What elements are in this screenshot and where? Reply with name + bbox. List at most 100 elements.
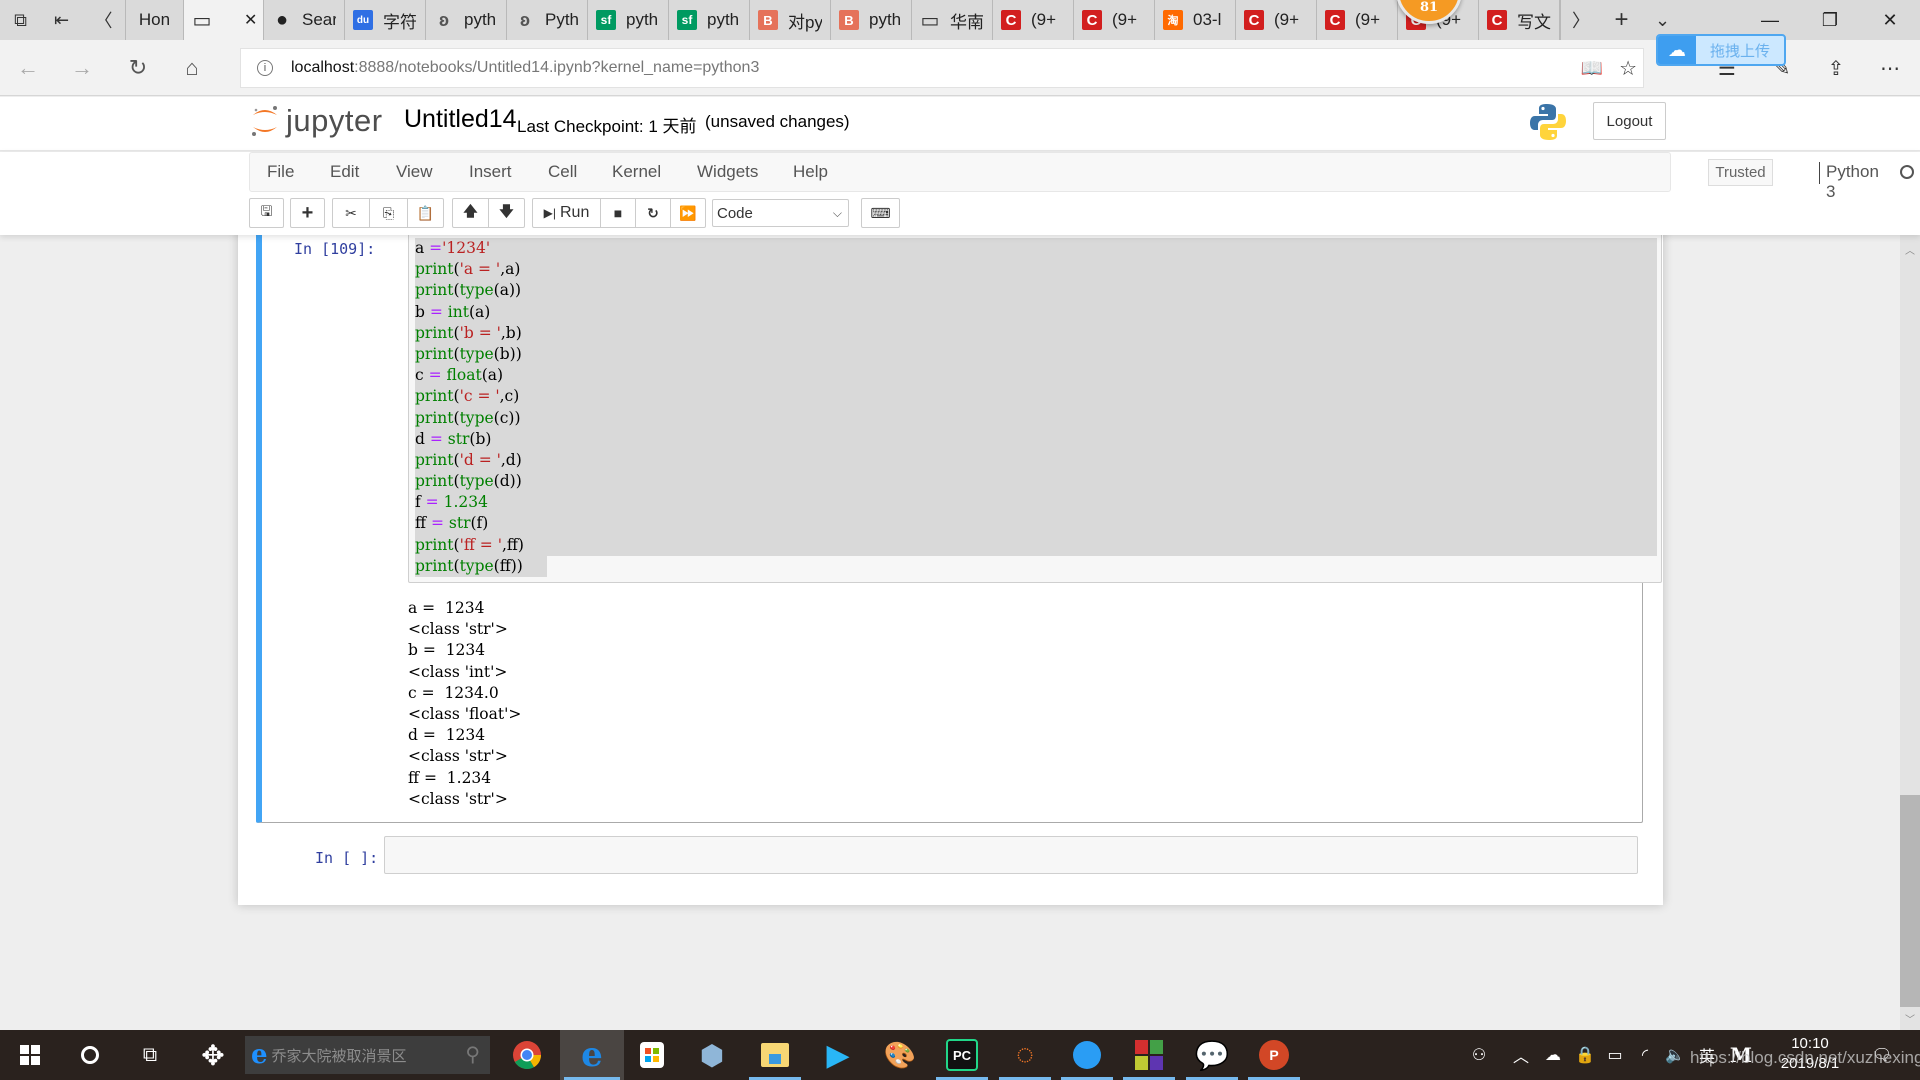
home-button[interactable]: ⌂ [172,50,212,86]
taskbar-app-video-player[interactable]: ▶ [808,1030,868,1080]
share-button[interactable]: ⇪ [1814,50,1858,86]
browser-tab[interactable]: 淘 03-l [1155,0,1236,40]
restore-button[interactable]: ❐ [1800,0,1860,40]
close-tab-icon[interactable]: ✕ [244,10,257,30]
back-button[interactable]: ← [8,50,48,86]
store-icon [640,1042,664,1068]
scroll-up-arrow-icon[interactable]: ︿ [1900,239,1920,259]
vpn-lock-button[interactable]: 🔒 [1570,1030,1600,1080]
jupyter-logo[interactable]: jupyter [250,103,383,139]
forward-button[interactable]: → [62,50,102,86]
interrupt-button[interactable]: ■ [600,198,636,228]
restart-kernel-button[interactable]: ↻ [635,198,671,228]
cell-type-value: Code [717,204,753,222]
menu-help[interactable]: Help [793,162,828,182]
taskbar-app-blocks[interactable] [1119,1030,1179,1080]
browser-tab[interactable]: C 写文 [1479,0,1560,40]
battery-button[interactable]: ▭ [1600,1030,1630,1080]
cortana-button[interactable] [60,1030,120,1080]
browser-tab[interactable]: ● Sear [264,0,345,40]
favorite-star-icon[interactable]: ☆ [1619,56,1637,81]
taskbar-app-pycharm[interactable]: PC [932,1030,992,1080]
menu-widgets[interactable]: Widgets [697,162,758,182]
set-tabs-aside-button[interactable]: ⇤ [41,0,82,40]
taskbar-app-virtualbox[interactable]: ⬢ [682,1030,742,1080]
taskbar-app-jupyter[interactable]: ◌ [995,1030,1055,1080]
move-up-button[interactable]: 🡅 [452,198,489,228]
tab-scroll-right-button[interactable]: 〉 [1560,0,1601,40]
save-button[interactable]: 🖫 [249,198,284,228]
vertical-scrollbar[interactable]: ︿ ﹀ [1900,235,1920,1030]
scrollbar-thumb[interactable] [1900,795,1920,1007]
url-field[interactable]: i localhost :8888/notebooks/Untitled14.i… [240,48,1644,88]
empty-code-cell-editor[interactable] [384,836,1638,874]
logout-button[interactable]: Logout [1593,102,1666,140]
taskbar-app-store[interactable] [622,1030,682,1080]
drag-upload-widget[interactable]: ☁ 拖拽上传 [1656,34,1786,66]
browser-tab[interactable]: du 字符 [345,0,426,40]
browser-tab[interactable]: C (9+ [1317,0,1398,40]
code-cell-selected[interactable]: In [109]: a ='1234' print('a = ',a) print(… [256,235,1662,823]
taskbar-app-bird[interactable] [1057,1030,1117,1080]
volume-button[interactable]: 🔈 [1660,1030,1690,1080]
refresh-button[interactable]: ↻ [118,50,158,86]
menu-cell[interactable]: Cell [548,162,577,182]
menu-kernel[interactable]: Kernel [612,162,661,182]
command-palette-button[interactable]: ⌨ [861,198,900,228]
task-view-button[interactable]: ⧉ [120,1030,180,1080]
start-button[interactable] [0,1030,60,1080]
reading-view-icon[interactable]: 📖 [1581,58,1603,79]
browser-tab[interactable]: ▭ 华南 [912,0,993,40]
output-line: <class 'int'> [408,662,508,681]
browser-tab[interactable]: ʚ pyth [426,0,507,40]
cell-type-select[interactable]: Code ⌵ [712,199,849,227]
kernel-name[interactable]: Python 3 [1826,162,1879,202]
close-window-button[interactable]: ✕ [1860,0,1920,40]
scroll-down-arrow-icon[interactable]: ﹀ [1900,1008,1920,1028]
taskbar-app-file-explorer[interactable] [745,1030,805,1080]
taskbar-search-box[interactable]: e 乔家大院被取消景区 ⚲ [245,1036,490,1074]
onedrive-button[interactable]: ☁ [1538,1030,1568,1080]
trusted-indicator[interactable]: Trusted [1708,159,1773,186]
move-down-button[interactable]: 🡇 [488,198,525,228]
site-info-icon[interactable]: i [257,60,273,76]
restart-run-all-button[interactable]: ⏩ [670,198,706,228]
tab-label: pyth [707,10,740,29]
browser-tab[interactable]: Hon [126,0,184,40]
browser-tab[interactable]: ʚ Pyth [507,0,588,40]
more-button[interactable]: ⋯ [1868,50,1912,86]
browser-tab[interactable]: sf pyth [588,0,669,40]
taskbar-app-pinwheel[interactable]: ✥ [183,1030,243,1080]
output-line: <class 'str'> [408,789,508,808]
menu-file[interactable]: File [267,162,294,182]
browser-tab[interactable]: C (9+ [1236,0,1317,40]
taskbar-app-edge[interactable]: e [560,1030,624,1080]
taskbar-app-chrome[interactable] [497,1030,557,1080]
tab-manager-button[interactable]: ⧉ [0,0,41,40]
menu-insert[interactable]: Insert [469,162,512,182]
tab-scroll-left-button[interactable]: 〈 [82,0,126,40]
people-button[interactable]: ⚇ [1462,1030,1496,1080]
browser-tab[interactable]: C (9+ [1074,0,1155,40]
menu-edit[interactable]: Edit [330,162,359,182]
taskbar-app-paint[interactable]: 🎨 [870,1030,930,1080]
code-editor[interactable]: a ='1234' print('a = ',a) print(type(a)) b … [408,235,1662,583]
browser-tab[interactable]: B 对py [750,0,831,40]
cut-button[interactable]: ✂ [332,198,370,228]
browser-tab[interactable]: ▭ ✕ [184,0,264,40]
insert-cell-button[interactable]: + [290,198,325,228]
wifi-button[interactable]: ◜ [1630,1030,1660,1080]
new-tab-button[interactable]: + [1601,0,1642,40]
taskbar-app-powerpoint[interactable]: P [1244,1030,1304,1080]
notebook-title[interactable]: Untitled14 [404,105,517,134]
browser-tab[interactable]: Bpyth [831,0,912,40]
menu-view[interactable]: View [396,162,433,182]
browser-tab[interactable]: C (9+ [993,0,1074,40]
taskbar-app-wechat[interactable]: 💬 [1182,1030,1242,1080]
folder-icon [761,1043,789,1067]
copy-button[interactable]: ⎘ [369,198,408,228]
browser-tab[interactable]: sf pyth [669,0,750,40]
paste-button[interactable]: 📋 [407,198,444,228]
run-button[interactable]: ▶| Run [532,198,601,228]
show-hidden-icons-button[interactable]: ︿ [1506,1030,1536,1080]
